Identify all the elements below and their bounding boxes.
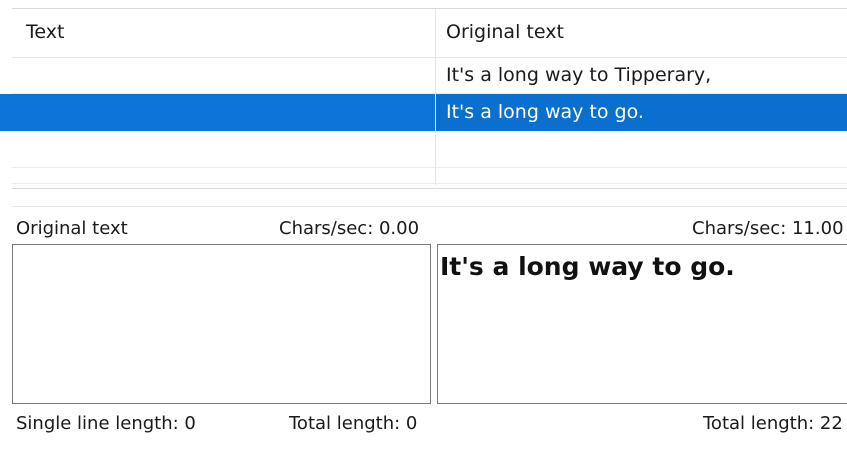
right-total-length: Total length: 22 xyxy=(703,413,843,434)
panel-splitter[interactable] xyxy=(12,188,847,189)
cell-original-text: It's a long way to Tipperary, xyxy=(446,64,712,86)
left-chars-per-sec: Chars/sec: 0.00 xyxy=(279,218,420,239)
right-chars-per-sec: Chars/sec: 11.00 xyxy=(692,218,844,239)
original-text-editor[interactable] xyxy=(12,244,431,404)
panel-separator xyxy=(12,206,847,207)
original-text-label: Original text xyxy=(16,218,128,239)
column-header-original-text[interactable]: Original text xyxy=(446,21,564,43)
table-row[interactable] xyxy=(12,161,847,184)
column-header-text[interactable]: Text xyxy=(26,21,64,43)
single-line-length: Single line length: 0 xyxy=(16,413,196,434)
subtitle-grid[interactable]: Text Original text It's a long way to Ti… xyxy=(0,8,847,185)
left-total-length: Total length: 0 xyxy=(289,413,418,434)
text-preview: It's a long way to go. xyxy=(440,252,735,281)
cell-original-text: It's a long way to go. xyxy=(446,101,644,123)
grid-header: Text Original text xyxy=(12,9,847,58)
table-row[interactable]: It's a long way to Tipperary, xyxy=(12,57,847,94)
column-divider[interactable] xyxy=(435,9,436,185)
table-row-selected[interactable]: It's a long way to go. xyxy=(0,94,847,131)
